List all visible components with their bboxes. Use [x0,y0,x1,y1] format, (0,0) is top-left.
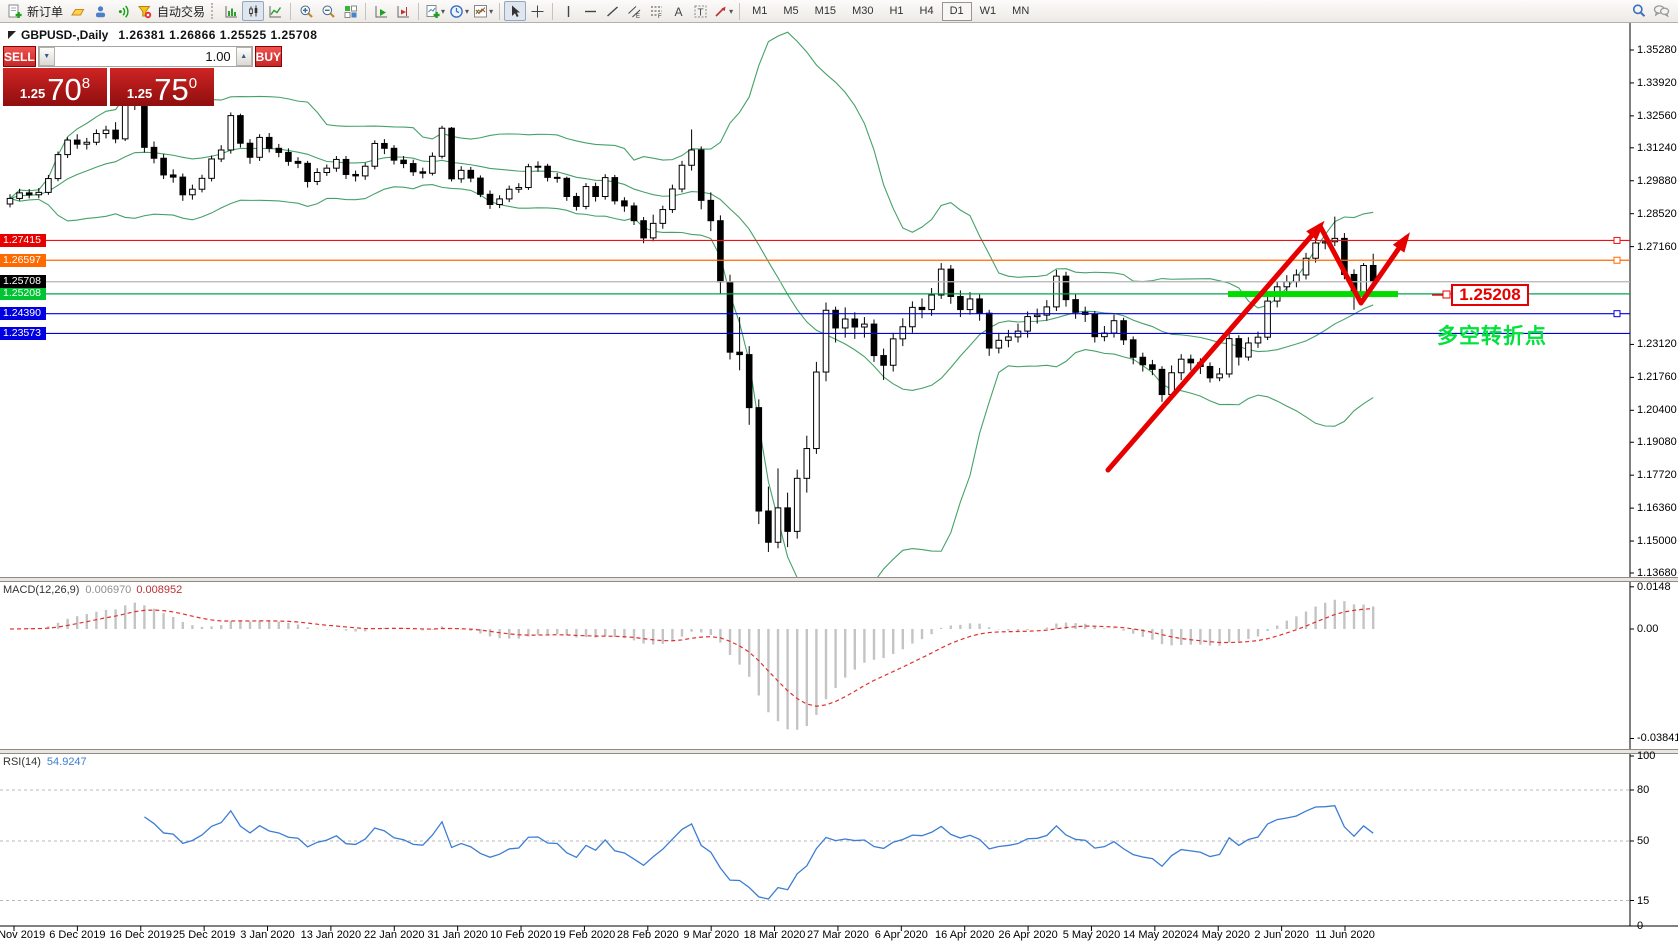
buy-button[interactable]: BUY [255,46,282,67]
price-axis-label: 1.21760 [1637,371,1677,383]
time-axis-label: 10 Feb 2020 [490,929,552,941]
rsi-axis-label: 100 [1637,750,1655,762]
buy-price-sup: 0 [189,75,197,92]
macd-label: MACD(12,26,9)0.0069700.008952 [3,584,182,596]
ohlc-values: 1.26381 1.26866 1.25525 1.25708 [118,28,317,42]
rsi-axis-label: 15 [1637,895,1649,907]
chart-canvas[interactable] [0,0,1678,947]
rsi-axis-label: 50 [1637,835,1649,847]
price-tag: 1.27415 [0,234,46,247]
time-axis-label: 5 May 2020 [1063,929,1120,941]
time-axis-label: 24 May 2020 [1186,929,1250,941]
one-click-collapse-icon[interactable] [8,31,16,39]
price-axis-label: 1.29880 [1637,175,1677,187]
time-axis-label: 27 Mar 2020 [807,929,869,941]
time-axis-label: 27 Nov 2019 [0,929,45,941]
time-axis-label: 16 Apr 2020 [935,929,994,941]
buy-price-small: 1.25 [127,86,152,101]
price-annotation-box[interactable]: 1.25208 [1451,284,1529,306]
buy-price-display[interactable]: 1.25 75 0 [110,68,214,106]
symbol-period-label: GBPUSD-,Daily [21,28,108,42]
level-lines[interactable] [0,237,1630,333]
price-axis-label: 1.20400 [1637,404,1677,416]
sell-price-big: 70 [47,75,81,105]
rsi-axis-label: 0 [1637,920,1643,932]
time-axis-label: 13 Jan 2020 [301,929,362,941]
price-axis-label: 1.19080 [1637,436,1677,448]
time-axis-label: 2 Jun 2020 [1254,929,1308,941]
volume-decrease-button[interactable]: ▼ [39,47,55,66]
price-tag: 1.25208 [0,287,46,300]
price-axis-label: 1.13680 [1637,567,1677,579]
macd-signal-line [10,609,1373,707]
sell-price-display[interactable]: 1.25 70 8 [3,68,107,106]
rsi-axis-label: 80 [1637,784,1649,796]
volume-input[interactable] [55,47,236,66]
time-axis-label: 16 Dec 2019 [110,929,172,941]
sell-price-small: 1.25 [20,86,45,101]
price-axis-label: 1.27160 [1637,241,1677,253]
one-click-trading-panel: SELL ▼ ▲ BUY 1.25 70 8 1.25 75 0 [3,46,214,106]
mt4-window: 新订单 自动交易 ▾ ▾ ▾ E F A T ▾ M1M5M15M30H1H4D [0,0,1678,947]
support-highlight-bar[interactable] [1228,291,1398,297]
sell-button[interactable]: SELL [3,46,36,67]
time-axis-label: 14 May 2020 [1123,929,1187,941]
time-axis-label: 25 Dec 2019 [173,929,235,941]
time-axis-label: 9 Mar 2020 [683,929,739,941]
price-tag: 1.26597 [0,254,46,267]
time-axis-label: 18 Mar 2020 [744,929,806,941]
macd-histogram [10,600,1373,730]
price-axis-label: 1.32560 [1637,110,1677,122]
candles [7,81,1376,552]
volume-increase-button[interactable]: ▲ [236,47,252,66]
macd-axis-label: -0.038415 [1637,732,1678,744]
time-axis-label: 26 Apr 2020 [998,929,1057,941]
price-axis-label: 1.33920 [1637,77,1677,89]
rsi-label: RSI(14)54.9247 [3,756,87,768]
price-tag: 1.24390 [0,307,46,320]
sell-price-sup: 8 [82,75,90,92]
macd-axis-label: 0.0148 [1637,581,1671,593]
trend-arrow[interactable] [1108,221,1410,470]
price-axis-label: 1.15000 [1637,535,1677,547]
price-axis-label: 1.28520 [1637,208,1677,220]
time-axis-label: 6 Apr 2020 [875,929,928,941]
rsi-line [144,806,1373,899]
buy-price-big: 75 [154,75,188,105]
turning-point-note[interactable]: 多空转折点 [1437,320,1547,350]
time-axis-label: 19 Feb 2020 [554,929,616,941]
price-tag: 1.23573 [0,327,46,340]
price-tag: 1.25708 [0,275,46,288]
time-axis-label: 6 Dec 2019 [49,929,105,941]
price-axis-label: 1.23120 [1637,338,1677,350]
time-axis-label: 28 Feb 2020 [617,929,679,941]
time-axis-label: 22 Jan 2020 [364,929,425,941]
time-axis-label: 11 Jun 2020 [1315,929,1375,941]
price-axis-label: 1.17720 [1637,469,1677,481]
price-axis-label: 1.35280 [1637,44,1677,56]
time-axis-label: 31 Jan 2020 [427,929,488,941]
price-axis-label: 1.31240 [1637,142,1677,154]
price-axis-label: 1.16360 [1637,502,1677,514]
macd-axis-label: 0.00 [1637,623,1658,635]
chart-title: GBPUSD-,Daily 1.26381 1.26866 1.25525 1.… [8,28,317,42]
time-axis-label: 3 Jan 2020 [240,929,294,941]
